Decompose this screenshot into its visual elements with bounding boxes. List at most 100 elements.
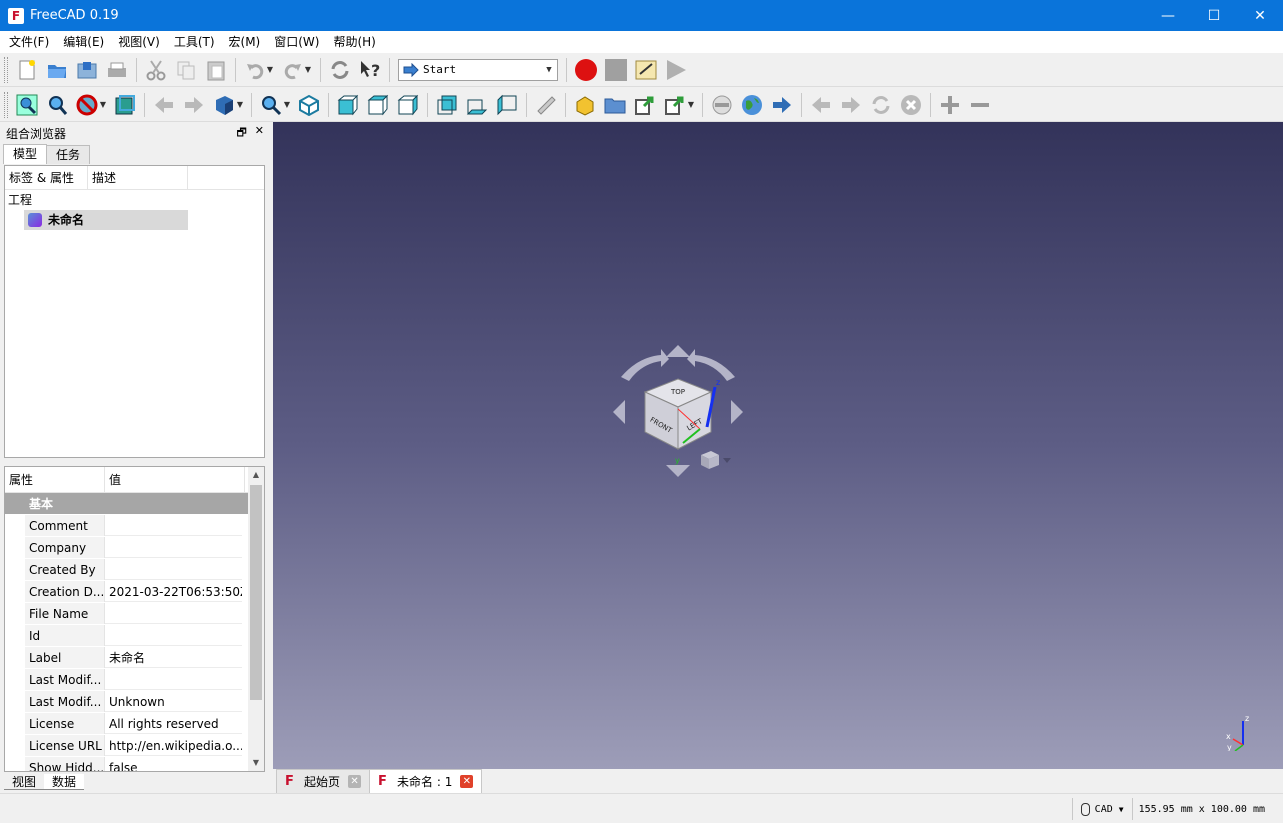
- property-row[interactable]: License URL http://en.wikipedia.o...: [5, 735, 264, 757]
- property-scrollbar[interactable]: ▲ ▼: [248, 467, 264, 771]
- property-value[interactable]: 未命名: [105, 647, 242, 668]
- bounding-box-button[interactable]: [111, 91, 139, 119]
- save-button[interactable]: [73, 56, 101, 84]
- tree-header-labels[interactable]: 标签 & 属性: [5, 166, 88, 189]
- cut-button[interactable]: [142, 56, 170, 84]
- float-panel-button[interactable]: 🗗: [236, 124, 246, 143]
- tab-view-properties[interactable]: 视图: [4, 774, 45, 790]
- tab-unnamed-document[interactable]: F 未命名 : 1 ✕: [369, 769, 483, 793]
- property-row[interactable]: Label 未命名: [5, 647, 264, 669]
- open-file-button[interactable]: [43, 56, 71, 84]
- orbit-left-arrow-icon[interactable]: [613, 400, 625, 424]
- link-button[interactable]: [631, 91, 659, 119]
- menu-tools[interactable]: 工具(T): [167, 31, 222, 53]
- zoom-out-button[interactable]: [966, 91, 994, 119]
- forward-button[interactable]: [180, 91, 208, 119]
- part-button[interactable]: [571, 91, 599, 119]
- refresh-button[interactable]: [326, 56, 354, 84]
- close-tab-icon[interactable]: ✕: [348, 775, 362, 788]
- tab-start-page[interactable]: F 起始页 ✕: [276, 769, 371, 793]
- property-value[interactable]: http://en.wikipedia.o...: [105, 735, 242, 756]
- tab-model[interactable]: 模型: [3, 144, 48, 164]
- std-views-button[interactable]: ▼: [210, 91, 246, 119]
- web-globe-button[interactable]: [738, 91, 766, 119]
- bottom-view-button[interactable]: [463, 91, 491, 119]
- close-tab-icon[interactable]: ✕: [460, 775, 474, 788]
- web-forward-button[interactable]: [837, 91, 865, 119]
- group-button[interactable]: [601, 91, 629, 119]
- measure-button[interactable]: [532, 91, 560, 119]
- link-actions-button[interactable]: ▼: [661, 91, 697, 119]
- tab-tasks[interactable]: 任务: [46, 145, 91, 164]
- 3d-viewport[interactable]: TOP FRONT LEFT z y z x y: [273, 122, 1283, 769]
- property-value[interactable]: [105, 603, 242, 624]
- scroll-down-icon[interactable]: ▼: [248, 755, 264, 771]
- property-value[interactable]: All rights reserved: [105, 713, 242, 734]
- property-value[interactable]: Unknown: [105, 691, 242, 712]
- close-panel-button[interactable]: ✕: [255, 124, 264, 143]
- property-value[interactable]: [105, 537, 242, 558]
- top-view-button[interactable]: [364, 91, 392, 119]
- menu-edit[interactable]: 编辑(E): [56, 31, 111, 53]
- scrollbar-thumb[interactable]: [250, 485, 262, 700]
- fit-all-button[interactable]: [13, 91, 41, 119]
- property-value[interactable]: [105, 559, 242, 580]
- tree-header-description[interactable]: 描述: [88, 166, 188, 189]
- web-home-button[interactable]: [708, 91, 736, 119]
- property-row[interactable]: File Name: [5, 603, 264, 625]
- view-menu-caret-icon[interactable]: [723, 458, 731, 463]
- tab-data-properties[interactable]: 数据: [44, 774, 85, 790]
- isometric-view-button[interactable]: [295, 91, 323, 119]
- print-button[interactable]: [103, 56, 131, 84]
- new-file-button[interactable]: [13, 56, 41, 84]
- toolbar-grip[interactable]: [4, 91, 8, 118]
- property-row[interactable]: License All rights reserved: [5, 713, 264, 735]
- orbit-right-arrow-icon[interactable]: [731, 400, 743, 424]
- copy-button[interactable]: [172, 56, 200, 84]
- property-row[interactable]: Company: [5, 537, 264, 559]
- web-refresh-button[interactable]: [867, 91, 895, 119]
- menu-help[interactable]: 帮助(H): [326, 31, 382, 53]
- back-button[interactable]: [150, 91, 178, 119]
- property-row[interactable]: Creation D... 2021-03-22T06:53:50Z: [5, 581, 264, 603]
- menu-macro[interactable]: 宏(M): [222, 31, 268, 53]
- menu-view[interactable]: 视图(V): [111, 31, 167, 53]
- property-header-value[interactable]: 值: [105, 467, 245, 492]
- toolbar-grip[interactable]: [4, 56, 8, 83]
- fit-selection-button[interactable]: [43, 91, 71, 119]
- property-value[interactable]: 2021-03-22T06:53:50Z: [105, 581, 242, 602]
- scroll-up-icon[interactable]: ▲: [248, 467, 264, 483]
- navigation-style-selector[interactable]: CAD ▼: [1071, 798, 1132, 820]
- menu-file[interactable]: 文件(F): [2, 31, 56, 53]
- menu-window[interactable]: 窗口(W): [267, 31, 326, 53]
- property-value[interactable]: [105, 625, 242, 646]
- right-view-button[interactable]: [394, 91, 422, 119]
- property-row[interactable]: Show Hidd... false: [5, 757, 264, 771]
- web-stop-button[interactable]: [897, 91, 925, 119]
- property-value[interactable]: [105, 669, 242, 690]
- left-view-button[interactable]: [493, 91, 521, 119]
- navigation-cube[interactable]: TOP FRONT LEFT z y: [603, 337, 753, 487]
- macro-record-button[interactable]: [572, 56, 600, 84]
- redo-button[interactable]: ▼: [279, 56, 315, 84]
- minimize-button[interactable]: —: [1145, 0, 1191, 31]
- rotate-left-arrow-icon[interactable]: [621, 349, 669, 381]
- macro-stop-button[interactable]: [602, 56, 630, 84]
- paste-button[interactable]: [202, 56, 230, 84]
- maximize-button[interactable]: ☐: [1191, 0, 1237, 31]
- property-row[interactable]: Last Modif...: [5, 669, 264, 691]
- orbit-up-arrow-icon[interactable]: [666, 345, 690, 357]
- workbench-selector[interactable]: Start ▼: [398, 58, 558, 81]
- draw-style-button[interactable]: ▼: [73, 91, 109, 119]
- web-back-button[interactable]: [807, 91, 835, 119]
- property-row[interactable]: Created By: [5, 559, 264, 581]
- orbit-down-arrow-icon[interactable]: [666, 465, 690, 477]
- property-value[interactable]: [105, 515, 242, 536]
- undo-button[interactable]: ▼: [241, 56, 277, 84]
- property-row[interactable]: Last Modif... Unknown: [5, 691, 264, 713]
- property-row[interactable]: Id: [5, 625, 264, 647]
- rotate-right-arrow-icon[interactable]: [687, 349, 735, 381]
- tree-document-item[interactable]: 未命名: [24, 210, 188, 230]
- rear-view-button[interactable]: [433, 91, 461, 119]
- property-group-row[interactable]: 基本: [5, 493, 264, 515]
